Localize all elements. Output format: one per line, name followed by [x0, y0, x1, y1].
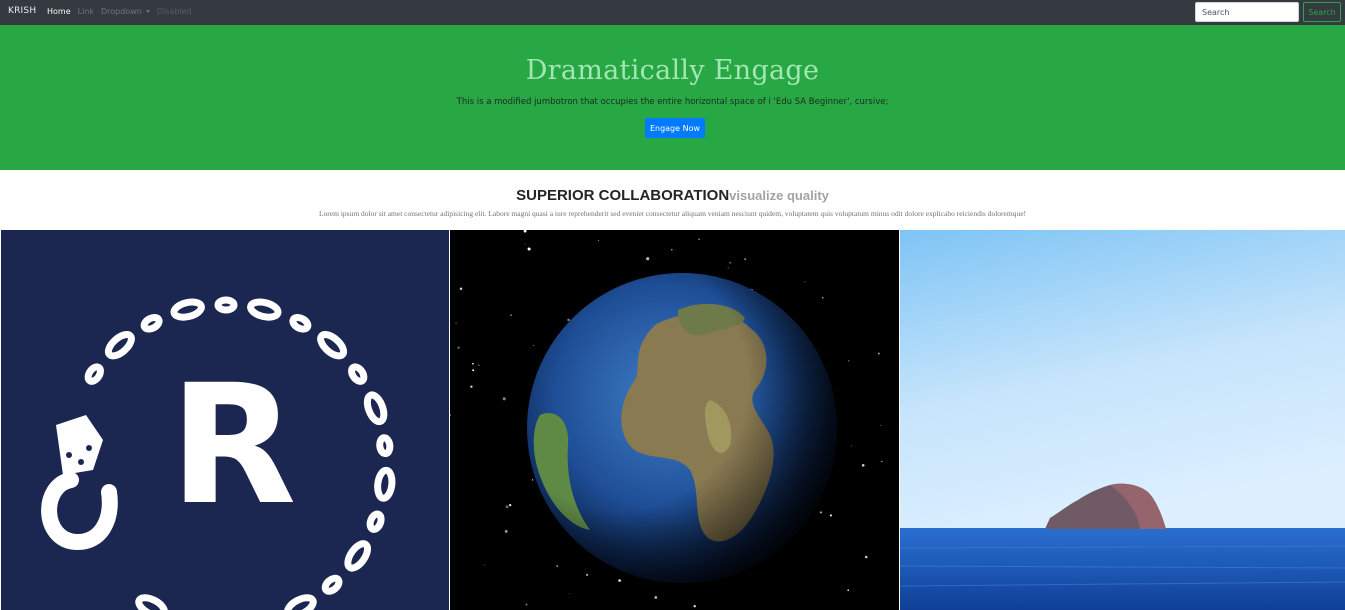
- earth-image: [450, 230, 899, 610]
- navbar: KRISH Home Link Dropdown Disabled Search: [0, 0, 1345, 25]
- star: [569, 592, 571, 594]
- logo-letter: R: [169, 349, 296, 541]
- star: [847, 589, 850, 592]
- star: [470, 385, 473, 388]
- star: [744, 258, 747, 261]
- star: [851, 445, 852, 447]
- nav-link-link[interactable]: Link: [78, 7, 94, 16]
- star: [525, 243, 527, 245]
- star: [484, 564, 486, 566]
- star: [472, 369, 475, 372]
- star: [585, 573, 589, 577]
- star: [654, 596, 658, 599]
- nav-link-disabled: Disabled: [156, 7, 192, 16]
- image-tile-logo: R: [1, 230, 449, 610]
- star: [525, 603, 528, 606]
- nav-dropdown-label: Dropdown: [101, 7, 142, 16]
- nav-dropdown-toggle[interactable]: Dropdown: [101, 7, 150, 16]
- section-heading: SUPERIOR COLLABORATIONvisualize quality: [0, 187, 1345, 204]
- image-tile-island: [900, 230, 1345, 610]
- star: [472, 362, 474, 365]
- navbar-brand[interactable]: KRISH: [8, 6, 36, 16]
- star: [864, 555, 868, 559]
- star: [804, 281, 806, 283]
- star: [729, 261, 732, 264]
- section-heading-main: SUPERIOR COLLABORATION: [516, 187, 730, 204]
- star: [848, 360, 850, 362]
- search-input[interactable]: [1195, 2, 1299, 22]
- jumbotron: Dramatically Engage This is a modified j…: [0, 25, 1345, 170]
- nav-links: Home Link Dropdown Disabled: [47, 7, 199, 16]
- caret-down-icon: [145, 10, 150, 13]
- nav-link-home[interactable]: Home: [47, 7, 71, 16]
- star: [880, 425, 882, 426]
- star: [457, 346, 460, 349]
- star: [881, 460, 883, 463]
- star: [567, 318, 570, 322]
- jumbotron-title: Dramatically Engage: [525, 55, 820, 86]
- section-text: Lorem ipsum dolor sit amet consectetur a…: [318, 209, 1027, 218]
- star: [597, 240, 599, 241]
- star: [618, 579, 621, 582]
- star: [505, 505, 509, 509]
- search-button[interactable]: Search: [1303, 2, 1341, 22]
- island-sea-image: [900, 230, 1345, 610]
- image-tile-earth: [450, 230, 899, 610]
- star: [502, 397, 506, 401]
- section-heading-muted: visualize quality: [729, 188, 829, 203]
- jumbotron-lead: This is a modified jumbotron that occupi…: [456, 97, 889, 107]
- star: [693, 605, 696, 608]
- star: [861, 463, 865, 467]
- chain-hook-logo-image: R: [1, 230, 449, 610]
- star: [533, 345, 535, 346]
- star: [698, 238, 700, 240]
- star: [727, 267, 729, 269]
- star: [556, 565, 559, 567]
- engage-now-button[interactable]: Engage Now: [645, 118, 705, 138]
- star: [877, 352, 880, 355]
- star: [527, 247, 531, 251]
- star: [646, 257, 650, 261]
- star: [510, 314, 513, 317]
- star: [455, 322, 457, 324]
- star: [504, 529, 508, 533]
- star: [671, 249, 673, 251]
- star: [829, 514, 832, 517]
- star: [819, 511, 822, 514]
- star: [821, 296, 824, 299]
- star: [509, 503, 512, 507]
- star: [478, 364, 480, 366]
- star: [531, 479, 534, 481]
- star: [459, 287, 463, 290]
